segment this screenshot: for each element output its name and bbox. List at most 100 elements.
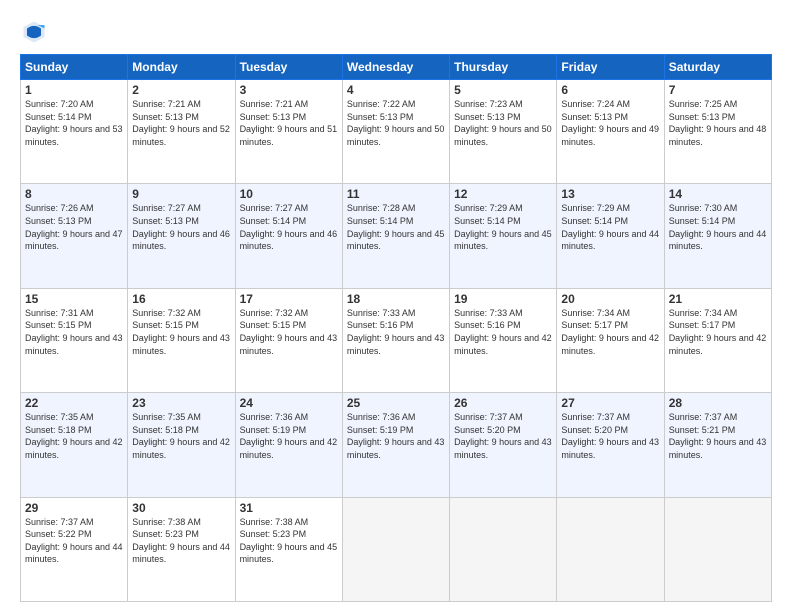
day-info: Sunrise: 7:37 AMSunset: 5:20 PMDaylight:…: [561, 411, 659, 461]
day-number: 28: [669, 396, 767, 410]
calendar-cell: 20Sunrise: 7:34 AMSunset: 5:17 PMDayligh…: [557, 288, 664, 392]
weekday-header-wednesday: Wednesday: [342, 55, 449, 80]
day-info: Sunrise: 7:35 AMSunset: 5:18 PMDaylight:…: [132, 411, 230, 461]
weekday-header-tuesday: Tuesday: [235, 55, 342, 80]
day-info: Sunrise: 7:37 AMSunset: 5:20 PMDaylight:…: [454, 411, 552, 461]
day-number: 14: [669, 187, 767, 201]
day-info: Sunrise: 7:36 AMSunset: 5:19 PMDaylight:…: [240, 411, 338, 461]
day-info: Sunrise: 7:29 AMSunset: 5:14 PMDaylight:…: [454, 202, 552, 252]
day-number: 2: [132, 83, 230, 97]
calendar-cell: 15Sunrise: 7:31 AMSunset: 5:15 PMDayligh…: [21, 288, 128, 392]
calendar-cell: 27Sunrise: 7:37 AMSunset: 5:20 PMDayligh…: [557, 393, 664, 497]
day-info: Sunrise: 7:32 AMSunset: 5:15 PMDaylight:…: [132, 307, 230, 357]
calendar-cell: 3Sunrise: 7:21 AMSunset: 5:13 PMDaylight…: [235, 80, 342, 184]
day-info: Sunrise: 7:32 AMSunset: 5:15 PMDaylight:…: [240, 307, 338, 357]
calendar-cell: 10Sunrise: 7:27 AMSunset: 5:14 PMDayligh…: [235, 184, 342, 288]
calendar: SundayMondayTuesdayWednesdayThursdayFrid…: [20, 54, 772, 602]
day-number: 8: [25, 187, 123, 201]
calendar-cell: 11Sunrise: 7:28 AMSunset: 5:14 PMDayligh…: [342, 184, 449, 288]
weekday-header-saturday: Saturday: [664, 55, 771, 80]
weekday-header-row: SundayMondayTuesdayWednesdayThursdayFrid…: [21, 55, 772, 80]
day-info: Sunrise: 7:27 AMSunset: 5:13 PMDaylight:…: [132, 202, 230, 252]
day-info: Sunrise: 7:21 AMSunset: 5:13 PMDaylight:…: [240, 98, 338, 148]
calendar-cell: [557, 497, 664, 601]
calendar-cell: 7Sunrise: 7:25 AMSunset: 5:13 PMDaylight…: [664, 80, 771, 184]
header: [20, 18, 772, 46]
day-info: Sunrise: 7:33 AMSunset: 5:16 PMDaylight:…: [454, 307, 552, 357]
calendar-cell: 28Sunrise: 7:37 AMSunset: 5:21 PMDayligh…: [664, 393, 771, 497]
calendar-cell: 29Sunrise: 7:37 AMSunset: 5:22 PMDayligh…: [21, 497, 128, 601]
day-info: Sunrise: 7:33 AMSunset: 5:16 PMDaylight:…: [347, 307, 445, 357]
day-number: 20: [561, 292, 659, 306]
calendar-cell: 21Sunrise: 7:34 AMSunset: 5:17 PMDayligh…: [664, 288, 771, 392]
day-number: 4: [347, 83, 445, 97]
calendar-cell: 25Sunrise: 7:36 AMSunset: 5:19 PMDayligh…: [342, 393, 449, 497]
day-info: Sunrise: 7:29 AMSunset: 5:14 PMDaylight:…: [561, 202, 659, 252]
calendar-cell: 22Sunrise: 7:35 AMSunset: 5:18 PMDayligh…: [21, 393, 128, 497]
day-number: 17: [240, 292, 338, 306]
calendar-cell: 18Sunrise: 7:33 AMSunset: 5:16 PMDayligh…: [342, 288, 449, 392]
day-number: 27: [561, 396, 659, 410]
day-info: Sunrise: 7:34 AMSunset: 5:17 PMDaylight:…: [669, 307, 767, 357]
day-number: 31: [240, 501, 338, 515]
calendar-cell: 2Sunrise: 7:21 AMSunset: 5:13 PMDaylight…: [128, 80, 235, 184]
weekday-header-monday: Monday: [128, 55, 235, 80]
logo: [20, 18, 52, 46]
calendar-cell: [342, 497, 449, 601]
day-info: Sunrise: 7:38 AMSunset: 5:23 PMDaylight:…: [132, 516, 230, 566]
day-info: Sunrise: 7:28 AMSunset: 5:14 PMDaylight:…: [347, 202, 445, 252]
calendar-cell: 17Sunrise: 7:32 AMSunset: 5:15 PMDayligh…: [235, 288, 342, 392]
day-number: 7: [669, 83, 767, 97]
calendar-cell: [664, 497, 771, 601]
day-number: 16: [132, 292, 230, 306]
week-row-4: 22Sunrise: 7:35 AMSunset: 5:18 PMDayligh…: [21, 393, 772, 497]
day-number: 21: [669, 292, 767, 306]
day-number: 10: [240, 187, 338, 201]
day-info: Sunrise: 7:31 AMSunset: 5:15 PMDaylight:…: [25, 307, 123, 357]
day-number: 19: [454, 292, 552, 306]
calendar-cell: 14Sunrise: 7:30 AMSunset: 5:14 PMDayligh…: [664, 184, 771, 288]
calendar-cell: 31Sunrise: 7:38 AMSunset: 5:23 PMDayligh…: [235, 497, 342, 601]
day-number: 12: [454, 187, 552, 201]
week-row-5: 29Sunrise: 7:37 AMSunset: 5:22 PMDayligh…: [21, 497, 772, 601]
day-number: 30: [132, 501, 230, 515]
day-info: Sunrise: 7:35 AMSunset: 5:18 PMDaylight:…: [25, 411, 123, 461]
day-info: Sunrise: 7:30 AMSunset: 5:14 PMDaylight:…: [669, 202, 767, 252]
day-info: Sunrise: 7:26 AMSunset: 5:13 PMDaylight:…: [25, 202, 123, 252]
day-info: Sunrise: 7:37 AMSunset: 5:21 PMDaylight:…: [669, 411, 767, 461]
week-row-2: 8Sunrise: 7:26 AMSunset: 5:13 PMDaylight…: [21, 184, 772, 288]
calendar-cell: 6Sunrise: 7:24 AMSunset: 5:13 PMDaylight…: [557, 80, 664, 184]
calendar-cell: 5Sunrise: 7:23 AMSunset: 5:13 PMDaylight…: [450, 80, 557, 184]
day-number: 3: [240, 83, 338, 97]
day-info: Sunrise: 7:37 AMSunset: 5:22 PMDaylight:…: [25, 516, 123, 566]
calendar-cell: 13Sunrise: 7:29 AMSunset: 5:14 PMDayligh…: [557, 184, 664, 288]
day-info: Sunrise: 7:20 AMSunset: 5:14 PMDaylight:…: [25, 98, 123, 148]
day-number: 26: [454, 396, 552, 410]
calendar-cell: 30Sunrise: 7:38 AMSunset: 5:23 PMDayligh…: [128, 497, 235, 601]
day-number: 5: [454, 83, 552, 97]
day-info: Sunrise: 7:27 AMSunset: 5:14 PMDaylight:…: [240, 202, 338, 252]
day-number: 6: [561, 83, 659, 97]
day-info: Sunrise: 7:24 AMSunset: 5:13 PMDaylight:…: [561, 98, 659, 148]
day-number: 13: [561, 187, 659, 201]
calendar-cell: 8Sunrise: 7:26 AMSunset: 5:13 PMDaylight…: [21, 184, 128, 288]
calendar-cell: 26Sunrise: 7:37 AMSunset: 5:20 PMDayligh…: [450, 393, 557, 497]
day-number: 23: [132, 396, 230, 410]
week-row-1: 1Sunrise: 7:20 AMSunset: 5:14 PMDaylight…: [21, 80, 772, 184]
day-number: 9: [132, 187, 230, 201]
day-info: Sunrise: 7:38 AMSunset: 5:23 PMDaylight:…: [240, 516, 338, 566]
day-info: Sunrise: 7:21 AMSunset: 5:13 PMDaylight:…: [132, 98, 230, 148]
day-number: 18: [347, 292, 445, 306]
calendar-cell: 16Sunrise: 7:32 AMSunset: 5:15 PMDayligh…: [128, 288, 235, 392]
day-info: Sunrise: 7:34 AMSunset: 5:17 PMDaylight:…: [561, 307, 659, 357]
weekday-header-friday: Friday: [557, 55, 664, 80]
calendar-cell: 24Sunrise: 7:36 AMSunset: 5:19 PMDayligh…: [235, 393, 342, 497]
day-number: 11: [347, 187, 445, 201]
day-number: 1: [25, 83, 123, 97]
calendar-cell: 12Sunrise: 7:29 AMSunset: 5:14 PMDayligh…: [450, 184, 557, 288]
day-info: Sunrise: 7:25 AMSunset: 5:13 PMDaylight:…: [669, 98, 767, 148]
calendar-cell: 1Sunrise: 7:20 AMSunset: 5:14 PMDaylight…: [21, 80, 128, 184]
weekday-header-thursday: Thursday: [450, 55, 557, 80]
day-info: Sunrise: 7:22 AMSunset: 5:13 PMDaylight:…: [347, 98, 445, 148]
day-number: 29: [25, 501, 123, 515]
